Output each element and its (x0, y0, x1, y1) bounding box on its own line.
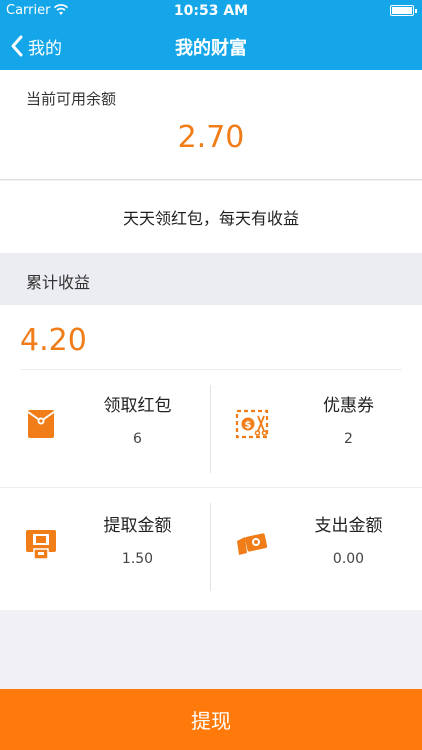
stat-value: 6 (133, 431, 142, 447)
stat-label: 支出金额 (314, 516, 383, 536)
svg-text:$: $ (245, 420, 252, 431)
red-envelope-icon (24, 407, 58, 441)
stat-red-envelope[interactable]: 领取红包 6 (0, 383, 211, 483)
balance-amount: 2.70 (177, 120, 245, 155)
navigation-bar: 我的 我的财富 (0, 22, 422, 70)
stat-coupon[interactable]: $ 优惠券 2 (211, 383, 422, 483)
cumulative-total: 4.20 (20, 323, 87, 358)
cumulative-header: 累计收益 (0, 253, 422, 305)
stat-label: 提取金额 (103, 516, 172, 536)
page-title: 我的财富 (175, 38, 247, 59)
top-bar: Carrier 10:53 AM 我的 我的财富 (0, 0, 422, 70)
battery-icon (390, 5, 417, 16)
stat-value: 2 (344, 431, 353, 447)
stat-value: 1.50 (121, 551, 154, 567)
withdraw-button[interactable]: 提现 (0, 689, 422, 750)
stat-spent[interactable]: 支出金额 0.00 (211, 503, 422, 603)
coupon-icon: $ (235, 407, 269, 441)
balance-section: 当前可用余额 2.70 (0, 70, 422, 180)
stat-label: 优惠券 (323, 396, 374, 416)
payment-card-icon (235, 527, 269, 561)
divider (0, 487, 422, 488)
stat-value: 0.00 (332, 551, 365, 567)
divider (20, 369, 402, 370)
clock: 10:53 AM (173, 3, 249, 19)
balance-label: 当前可用余额 (26, 90, 117, 108)
atm-withdraw-icon (24, 527, 58, 561)
promo-banner: 天天领红包，每天有收益 (0, 181, 422, 253)
stat-label: 领取红包 (103, 396, 172, 416)
stat-withdrawn[interactable]: 提取金额 1.50 (0, 503, 211, 603)
stats-panel: 4.20 领取红包 6 $ 优惠券 2 提取金额 1.50 支出金额 0.00 (0, 305, 422, 610)
status-bar: Carrier 10:53 AM (0, 0, 422, 22)
